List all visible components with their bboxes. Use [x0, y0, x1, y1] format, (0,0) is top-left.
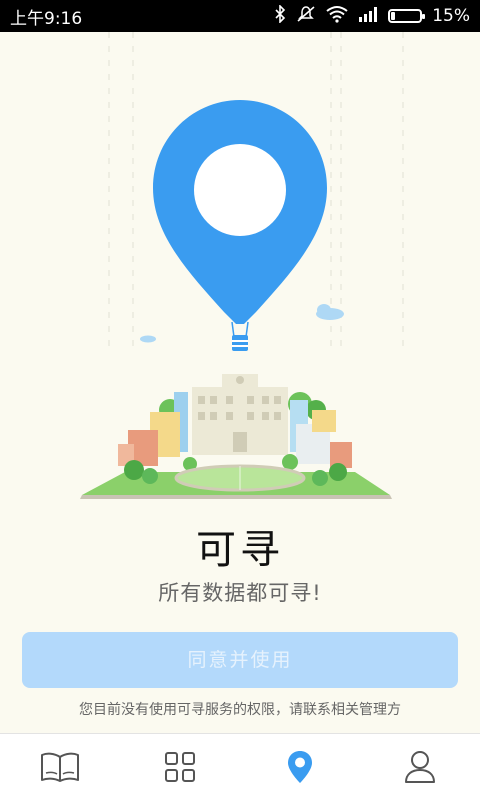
permission-notice: 您目前没有使用可寻服务的权限，请联系相关管理方: [79, 702, 401, 718]
tab-apps[interactable]: [150, 737, 210, 797]
user-icon: [405, 751, 435, 783]
status-icons: 15%: [274, 4, 470, 27]
main-content: 可寻 所有数据都可寻! 同意并使用 您目前没有使用可寻服务的权限，请联系相关管理…: [0, 32, 480, 733]
battery-percent: 15%: [432, 6, 470, 26]
signal-icon: [358, 6, 378, 26]
grid-icon: [165, 752, 195, 782]
cloud-icon: [140, 335, 156, 343]
bluetooth-icon: [274, 4, 286, 27]
city-island: [80, 374, 392, 499]
bottom-tab-bar: [0, 733, 480, 800]
book-icon: [41, 752, 79, 782]
agree-and-use-button[interactable]: 同意并使用: [22, 632, 458, 688]
silent-icon: [296, 5, 316, 27]
hero-illustration: [80, 100, 392, 499]
wifi-icon: [326, 5, 348, 27]
location-pin-balloon: [153, 100, 327, 351]
status-time: 上午9:16: [10, 8, 83, 29]
app-subtitle: 所有数据都可寻!: [158, 581, 322, 605]
tab-library[interactable]: [30, 737, 90, 797]
location-pin-icon: [288, 751, 312, 783]
battery-icon: [388, 9, 426, 23]
tab-profile[interactable]: [390, 737, 450, 797]
tab-locate[interactable]: [270, 737, 330, 797]
cloud-icon: [316, 304, 344, 320]
status-bar: 上午9:16 15%: [0, 0, 480, 32]
app-title: 可寻: [196, 527, 284, 573]
